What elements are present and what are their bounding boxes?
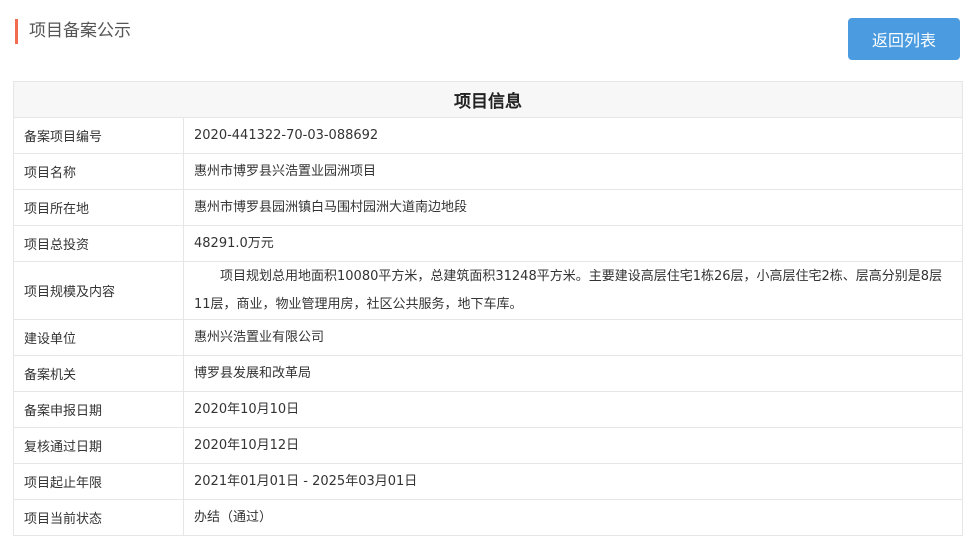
table-row: 项目起止年限 2021年01月01日 - 2025年03月01日 [13, 463, 963, 500]
row-label: 项目当前状态 [13, 499, 184, 536]
table-row: 项目所在地 惠州市博罗县园洲镇白马围村园洲大道南边地段 [13, 189, 963, 226]
row-value: 博罗县发展和改革局 [183, 355, 963, 392]
row-label: 项目名称 [13, 153, 184, 190]
page-title: 项目备案公示 [15, 19, 131, 44]
row-value: 48291.0万元 [183, 225, 963, 262]
table-row: 项目名称 惠州市博罗县兴浩置业园洲项目 [13, 153, 963, 190]
back-to-list-button[interactable]: 返回列表 [848, 18, 960, 60]
row-label: 项目总投资 [13, 225, 184, 262]
row-label: 项目所在地 [13, 189, 184, 226]
table-row: 备案机关 博罗县发展和改革局 [13, 355, 963, 392]
table-row: 复核通过日期 2020年10月12日 [13, 427, 963, 464]
row-value: 项目规划总用地面积10080平方米，总建筑面积31248平方米。主要建设高层住宅… [183, 261, 963, 320]
row-label: 备案项目编号 [13, 117, 184, 154]
row-label: 项目规模及内容 [13, 261, 184, 320]
row-label: 备案申报日期 [13, 391, 184, 428]
row-value: 惠州市博罗县园洲镇白马围村园洲大道南边地段 [183, 189, 963, 226]
table-title: 项目信息 [13, 81, 963, 118]
table-row: 建设单位 惠州兴浩置业有限公司 [13, 319, 963, 356]
table-row: 备案申报日期 2020年10月10日 [13, 391, 963, 428]
row-value: 2021年01月01日 - 2025年03月01日 [183, 463, 963, 500]
row-label: 备案机关 [13, 355, 184, 392]
row-value: 2020年10月10日 [183, 391, 963, 428]
row-value: 2020-441322-70-03-088692 [183, 117, 963, 154]
project-info-table: 项目信息 备案项目编号 2020-441322-70-03-088692 项目名称… [13, 81, 963, 536]
row-value: 2020年10月12日 [183, 427, 963, 464]
table-row: 项目规模及内容 项目规划总用地面积10080平方米，总建筑面积31248平方米。主… [13, 261, 963, 320]
table-row: 项目当前状态 办结（通过） [13, 499, 963, 536]
row-value: 办结（通过） [183, 499, 963, 536]
row-label: 建设单位 [13, 319, 184, 356]
row-label: 复核通过日期 [13, 427, 184, 464]
row-value: 惠州兴浩置业有限公司 [183, 319, 963, 356]
table-row: 备案项目编号 2020-441322-70-03-088692 [13, 117, 963, 154]
row-value: 惠州市博罗县兴浩置业园洲项目 [183, 153, 963, 190]
row-label: 项目起止年限 [13, 463, 184, 500]
table-row: 项目总投资 48291.0万元 [13, 225, 963, 262]
